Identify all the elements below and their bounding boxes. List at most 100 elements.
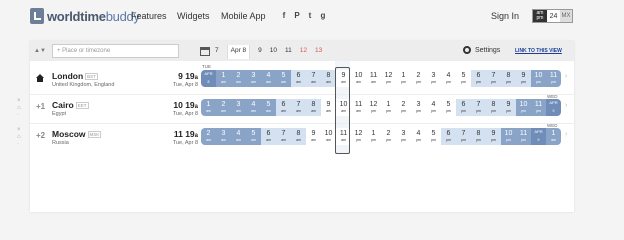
chevron-right-icon[interactable]: › bbox=[565, 102, 567, 109]
sign-in-link[interactable]: Sign In bbox=[491, 11, 519, 21]
hour-cell[interactable]: 6 pm bbox=[456, 99, 471, 116]
hour-cell[interactable]: 10 pm bbox=[531, 70, 546, 87]
hour-cell[interactable]: 2 am bbox=[201, 128, 216, 145]
hour-cell[interactable]: 3 pm bbox=[396, 128, 411, 145]
chevron-right-icon[interactable]: › bbox=[565, 131, 567, 138]
link-to-view[interactable]: LINK TO THIS VIEW bbox=[515, 48, 562, 54]
hour-cell[interactable]: 6 pm bbox=[441, 128, 456, 145]
hour-cell[interactable]: 1 am bbox=[546, 128, 561, 145]
chevron-right-icon[interactable]: › bbox=[565, 73, 567, 80]
nav-features[interactable]: Features bbox=[131, 11, 167, 21]
hour-cell[interactable]: 1 am bbox=[216, 70, 231, 87]
hour-cell[interactable]: 1 pm bbox=[381, 99, 396, 116]
hour-cell[interactable]: 9 pm bbox=[501, 99, 516, 116]
hour-cell[interactable]: 2 am bbox=[216, 99, 231, 116]
hour-cell[interactable]: 12 pm bbox=[351, 128, 366, 145]
hour-cell[interactable]: 6 am bbox=[276, 99, 291, 116]
hour-cell[interactable]: 12 pm bbox=[366, 99, 381, 116]
hour-cell[interactable]: 10 am bbox=[351, 70, 366, 87]
pinterest-icon[interactable]: P bbox=[293, 11, 301, 20]
hour-cell[interactable]: 2 pm bbox=[381, 128, 396, 145]
24h-format-button[interactable]: 24 bbox=[547, 10, 560, 22]
hour-cell[interactable]: 7 pm bbox=[456, 128, 471, 145]
hour-cell[interactable]: 4 am bbox=[261, 70, 276, 87]
hour-cell[interactable]: 4 pm bbox=[426, 99, 441, 116]
mixed-format-button[interactable]: MX bbox=[560, 10, 572, 22]
day-tab-weekend[interactable]: 13 bbox=[315, 47, 322, 59]
calendar-icon[interactable] bbox=[200, 47, 210, 56]
sort-arrows-icon[interactable]: ▲▼ bbox=[34, 48, 46, 54]
hour-cell[interactable]: 7 pm bbox=[471, 99, 486, 116]
hour-cell[interactable]: 2 pm bbox=[411, 70, 426, 87]
day-tab[interactable]: 9 bbox=[258, 47, 262, 59]
hour-cell[interactable]: 11 pm bbox=[516, 128, 531, 145]
hour-cell[interactable]: 5 am bbox=[246, 128, 261, 145]
row-controls[interactable]: × ⌂ · bbox=[17, 98, 21, 119]
nav-mobile-app[interactable]: Mobile App bbox=[221, 11, 266, 21]
hour-cell[interactable]: 5 am bbox=[261, 99, 276, 116]
hour-cell[interactable]: 3 pm bbox=[426, 70, 441, 87]
hour-cell[interactable]: 7 am bbox=[291, 99, 306, 116]
hour-cell[interactable]: 8 pm bbox=[486, 99, 501, 116]
home-icon[interactable] bbox=[36, 74, 44, 82]
hour-cell[interactable]: 8 pm bbox=[501, 70, 516, 87]
logo[interactable]: worldtimebuddy bbox=[30, 8, 140, 24]
hour-cell[interactable]: 4 pm bbox=[411, 128, 426, 145]
hour-cell[interactable]: 10 am bbox=[321, 128, 336, 145]
hour-cell[interactable]: 5 pm bbox=[456, 70, 471, 87]
hour-cell[interactable]: 9 pm bbox=[516, 70, 531, 87]
hour-cell[interactable]: APR 9 bbox=[546, 99, 561, 116]
day-tab[interactable]: 11 bbox=[285, 47, 292, 59]
hour-cell[interactable]: 11 pm bbox=[546, 70, 561, 87]
nav-widgets[interactable]: Widgets bbox=[177, 11, 210, 21]
ampm-format-button[interactable]: am pm bbox=[533, 10, 547, 22]
hour-cell[interactable]: 6 pm bbox=[471, 70, 486, 87]
hour-cell[interactable]: 10 pm bbox=[501, 128, 516, 145]
google-plus-icon[interactable]: g bbox=[319, 11, 327, 20]
hour-cell[interactable]: 2 am bbox=[231, 70, 246, 87]
hour-cell[interactable]: 3 am bbox=[231, 99, 246, 116]
hour-cell[interactable]: 7 am bbox=[306, 70, 321, 87]
hour-cell[interactable]: 4 am bbox=[246, 99, 261, 116]
hour-cell[interactable]: 3 am bbox=[216, 128, 231, 145]
hour-cell[interactable]: 8 am bbox=[321, 70, 336, 87]
hour-cell[interactable]: 9 pm bbox=[486, 128, 501, 145]
hour-cell[interactable]: 1 am bbox=[201, 99, 216, 116]
hour-cell[interactable]: 5 pm bbox=[441, 99, 456, 116]
hour-cell[interactable]: 6 am bbox=[291, 70, 306, 87]
hour-cell[interactable]: 8 am bbox=[291, 128, 306, 145]
row-controls[interactable]: × ⌂ · bbox=[17, 127, 21, 148]
hour-cell[interactable]: APR 9 bbox=[531, 128, 546, 145]
hour-cell[interactable]: 12 pm bbox=[381, 70, 396, 87]
twitter-icon[interactable]: t bbox=[306, 11, 314, 20]
day-tab-selected[interactable]: Apr 8 bbox=[226, 45, 251, 59]
hour-cell[interactable]: 1 pm bbox=[396, 70, 411, 87]
hour-cell[interactable]: 2 pm bbox=[396, 99, 411, 116]
day-tab[interactable]: 7 bbox=[215, 47, 219, 59]
hour-cell[interactable]: 11 pm bbox=[531, 99, 546, 116]
hour-cell[interactable]: 7 pm bbox=[486, 70, 501, 87]
day-tab-weekend[interactable]: 12 bbox=[300, 47, 307, 59]
hour-cell[interactable]: 11 am bbox=[366, 70, 381, 87]
hour-meridiem: pm bbox=[506, 80, 511, 84]
hour-cell[interactable]: 3 pm bbox=[411, 99, 426, 116]
facebook-icon[interactable]: f bbox=[280, 11, 288, 20]
hour-cell[interactable]: 9 am bbox=[306, 128, 321, 145]
hour-cell[interactable]: 5 am bbox=[276, 70, 291, 87]
settings-button[interactable]: Settings bbox=[463, 46, 500, 54]
hour-cell[interactable]: 9 am bbox=[321, 99, 336, 116]
hour-cell[interactable]: 10 pm bbox=[516, 99, 531, 116]
hour-cell[interactable]: 8 am bbox=[306, 99, 321, 116]
hour-cell[interactable]: 3 am bbox=[246, 70, 261, 87]
day-tab[interactable]: 10 bbox=[270, 47, 277, 59]
hour-cell[interactable]: 7 am bbox=[276, 128, 291, 145]
hour-cell[interactable]: 4 am bbox=[231, 128, 246, 145]
hour-cell[interactable]: 4 pm bbox=[441, 70, 456, 87]
hour-cell[interactable]: 5 pm bbox=[426, 128, 441, 145]
search-input[interactable]: + Place or timezone bbox=[52, 44, 179, 58]
hour-cell[interactable]: 8 pm bbox=[471, 128, 486, 145]
hour-cell[interactable]: 11 am bbox=[351, 99, 366, 116]
hour-cell[interactable]: 1 pm bbox=[366, 128, 381, 145]
hour-cell[interactable]: 6 am bbox=[261, 128, 276, 145]
hour-cell[interactable]: APR 8 bbox=[201, 70, 216, 87]
